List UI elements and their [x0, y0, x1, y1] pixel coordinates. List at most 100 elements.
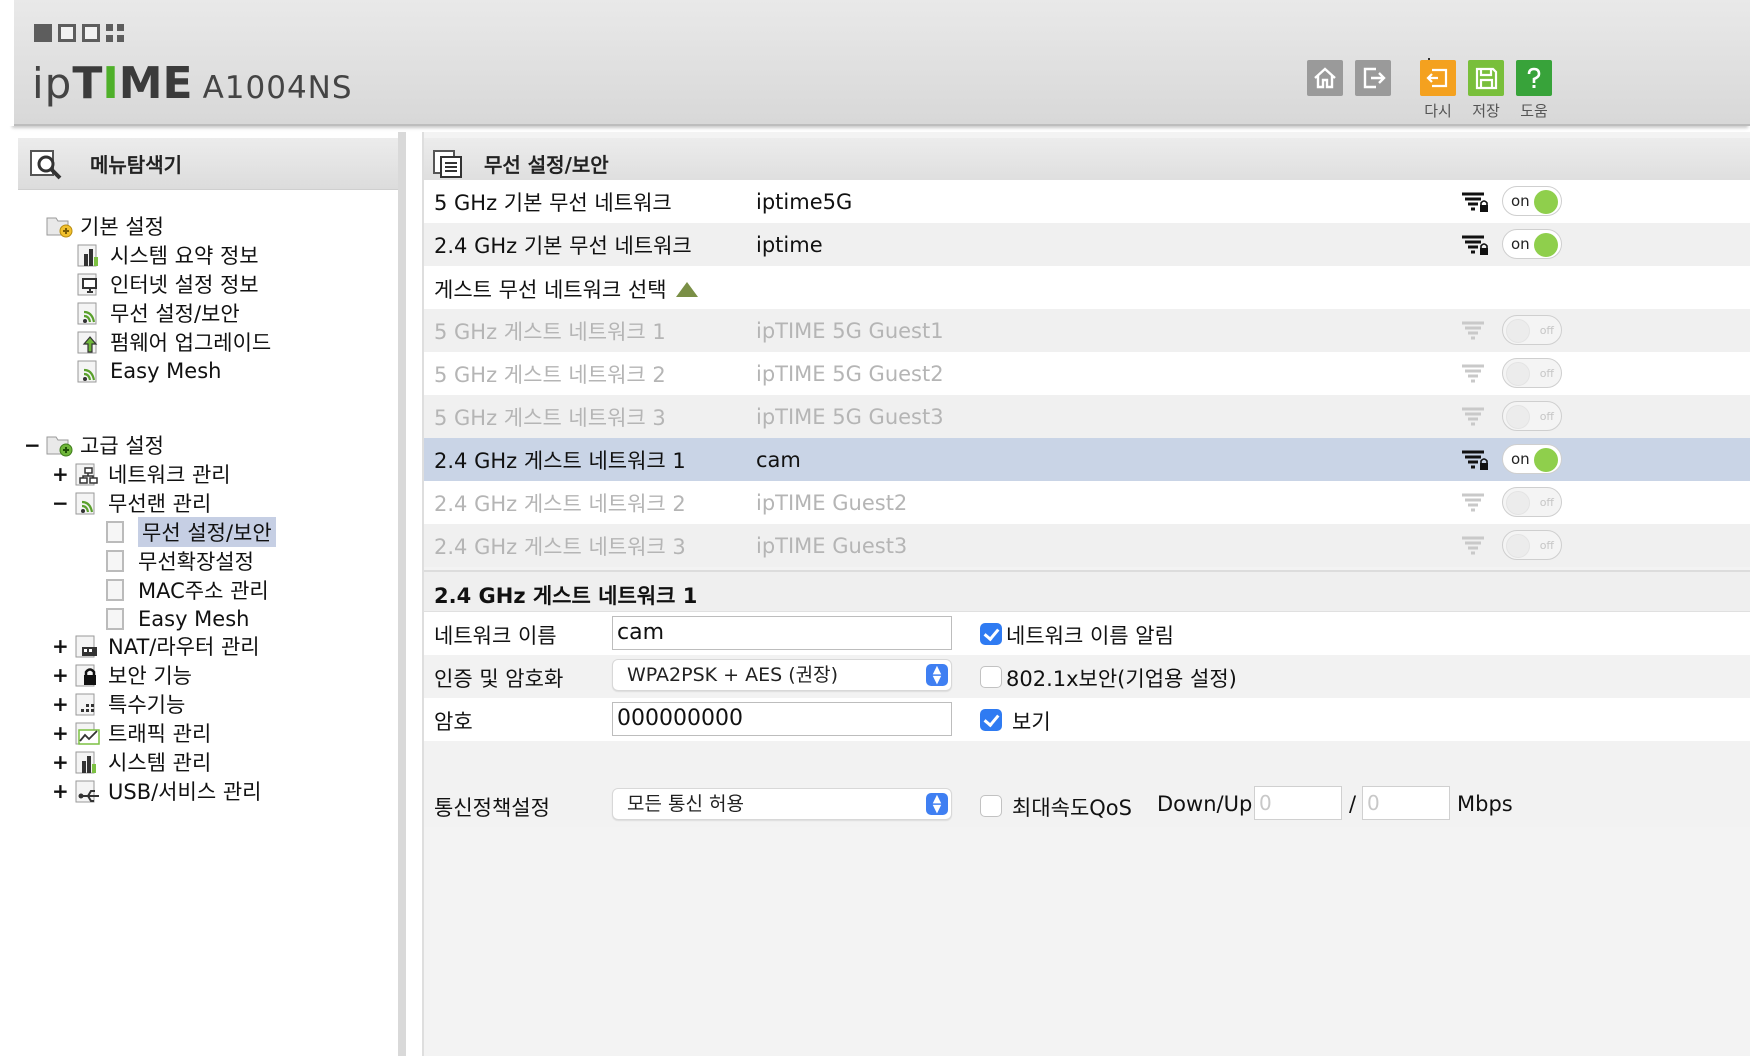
form-row-password: 암호 000000000 보기: [424, 698, 1750, 741]
reset-label: 다시: [1424, 102, 1452, 120]
network-toggle[interactable]: off: [1502, 530, 1562, 560]
qos-label: 최대속도QoS: [1012, 796, 1132, 820]
tree-item-network-management[interactable]: + 네트워크 관리: [52, 460, 231, 488]
guest-row-24g-2[interactable]: 2.4 GHz 게스트 네트워크 2 ipTIME Guest2 off: [424, 481, 1750, 524]
settings-panel: 무선 설정/보안 5 GHz 기본 무선 네트워크 iptime5G on 2.…: [422, 132, 1750, 1056]
policy-label: 통신정책설정: [434, 796, 550, 820]
qos-down-input[interactable]: 0: [1254, 786, 1342, 820]
tree-item-wireless-security-sub[interactable]: 무선 설정/보안: [106, 517, 276, 547]
wifi-lock-icon[interactable]: [1460, 448, 1490, 472]
help-button[interactable]: [1516, 60, 1552, 96]
expand-toggle[interactable]: +: [52, 750, 69, 774]
qos-up-input[interactable]: 0: [1362, 786, 1450, 820]
tree-group-advanced[interactable]: − 고급 설정: [24, 431, 164, 459]
tree-item-system-summary[interactable]: 시스템 요약 정보: [76, 241, 259, 269]
network-toggle[interactable]: off: [1502, 487, 1562, 517]
wifi-icon[interactable]: [1460, 491, 1490, 515]
upgrade-arrow-icon: [77, 331, 98, 354]
guest-row-5g-2[interactable]: 5 GHz 게스트 네트워크 2 ipTIME 5G Guest2 off: [424, 352, 1750, 395]
page-icon: [106, 608, 124, 630]
tree-item-traffic[interactable]: + 트래픽 관리: [52, 719, 211, 747]
model-name: A1004NS: [202, 70, 353, 106]
tree-item-easy-mesh[interactable]: Easy Mesh: [76, 357, 221, 385]
guest-row-24g-1[interactable]: 2.4 GHz 게스트 네트워크 1 cam on: [424, 438, 1750, 481]
auth-select[interactable]: WPA2PSK + AES (권장) ▲ ▼: [612, 659, 952, 691]
tree-item-special[interactable]: + 특수기능: [52, 690, 185, 718]
tree-item-internet-info[interactable]: 인터넷 설정 정보: [76, 270, 259, 298]
chart-icon: [75, 751, 96, 774]
network-toggle[interactable]: on: [1502, 229, 1562, 259]
app-header: ip TIME A1004NS 다시 저장 도움: [0, 0, 1750, 126]
folder-settings-icon: [46, 436, 73, 457]
expand-toggle[interactable]: +: [52, 634, 69, 658]
page-icon: [106, 550, 124, 572]
monitor-icon: [77, 273, 97, 296]
tree-item-wireless-security[interactable]: 무선 설정/보안: [76, 299, 240, 327]
home-button[interactable]: [1307, 60, 1343, 96]
tree-item-system-management[interactable]: + 시스템 관리: [52, 748, 211, 776]
guest-row-5g-1[interactable]: 5 GHz 게스트 네트워크 1 ipTIME 5G Guest1 off: [424, 309, 1750, 352]
enterprise-checkbox[interactable]: [980, 666, 1002, 688]
show-password-checkbox[interactable]: [980, 709, 1002, 731]
save-button[interactable]: [1468, 60, 1504, 96]
expand-toggle[interactable]: +: [52, 692, 69, 716]
detail-section-title: 2.4 GHz 게스트 네트워크 1: [424, 570, 1750, 612]
usb-icon: [75, 780, 99, 803]
grid-dots-icon: [75, 693, 95, 716]
password-input[interactable]: 000000000: [612, 702, 952, 736]
guest-network-selector[interactable]: 게스트 무선 네트워크 선택: [424, 266, 1750, 309]
guest-row-5g-3[interactable]: 5 GHz 게스트 네트워크 3 ipTIME 5G Guest3 off: [424, 395, 1750, 438]
network-icon: [75, 463, 98, 486]
tree-group-basic[interactable]: 기본 설정: [46, 212, 164, 240]
reset-button[interactable]: [1420, 60, 1456, 96]
network-toggle[interactable]: off: [1502, 358, 1562, 388]
broadcast-checkbox[interactable]: [980, 623, 1002, 645]
folder-settings-icon: [46, 217, 73, 238]
network-toggle[interactable]: off: [1502, 315, 1562, 345]
tree-item-nat-router[interactable]: + NAT/라우터 관리: [52, 632, 260, 660]
page-icon: [106, 579, 124, 601]
network-name-input[interactable]: cam: [612, 616, 952, 650]
collapse-triangle-icon[interactable]: [676, 282, 698, 297]
collapse-toggle[interactable]: −: [52, 491, 69, 515]
network-name-label: 네트워크 이름: [434, 624, 557, 648]
logout-button[interactable]: [1355, 60, 1391, 96]
wifi-icon[interactable]: [1460, 319, 1490, 343]
tree-item-mac-management[interactable]: MAC주소 관리: [106, 576, 269, 604]
qos-unit: Mbps: [1457, 792, 1513, 816]
mesh-wireless-icon: [77, 360, 97, 383]
password-label: 암호: [434, 710, 473, 734]
tree-item-easy-mesh-sub[interactable]: Easy Mesh: [106, 605, 249, 633]
home-icon: [1314, 67, 1336, 89]
logo-squares: [34, 24, 124, 42]
chart-icon: [77, 244, 98, 267]
form-row-policy: 통신정책설정 모든 통신 허용 ▲ ▼ 최대속도QoS Down/Up 0 / 0…: [424, 784, 1750, 827]
broadcast-label: 네트워크 이름 알림: [1006, 624, 1174, 648]
wifi-lock-icon[interactable]: [1460, 233, 1490, 257]
help-label: 도움: [1520, 102, 1548, 120]
collapse-toggle[interactable]: −: [24, 433, 41, 457]
expand-toggle[interactable]: +: [52, 462, 69, 486]
network-toggle[interactable]: on: [1502, 444, 1562, 474]
wifi-lock-icon[interactable]: [1460, 190, 1490, 214]
tree-item-security[interactable]: + 보안 기능: [52, 661, 192, 689]
wifi-icon[interactable]: [1460, 362, 1490, 386]
network-row-24g-main[interactable]: 2.4 GHz 기본 무선 네트워크 iptime on: [424, 223, 1750, 266]
qos-checkbox[interactable]: [980, 795, 1002, 817]
network-row-5g-main[interactable]: 5 GHz 기본 무선 네트워크 iptime5G on: [424, 180, 1750, 223]
tree-item-firmware-upgrade[interactable]: 펌웨어 업그레이드: [76, 328, 271, 356]
guest-row-24g-3[interactable]: 2.4 GHz 게스트 네트워크 3 ipTIME Guest3 off: [424, 524, 1750, 567]
expand-toggle[interactable]: +: [52, 663, 69, 687]
wifi-icon[interactable]: [1460, 534, 1490, 558]
tree-item-wireless-extension[interactable]: 무선확장설정: [106, 547, 254, 575]
expand-toggle[interactable]: +: [52, 779, 69, 803]
expand-toggle[interactable]: +: [52, 721, 69, 745]
wifi-icon[interactable]: [1460, 405, 1490, 429]
policy-select[interactable]: 모든 통신 허용 ▲ ▼: [612, 788, 952, 820]
tree-item-usb-service[interactable]: + USB/서비스 관리: [52, 777, 261, 805]
logout-icon: [1363, 67, 1386, 89]
network-toggle[interactable]: on: [1502, 186, 1562, 216]
network-toggle[interactable]: off: [1502, 401, 1562, 431]
tree-item-wlan-management[interactable]: − 무선랜 관리: [52, 489, 211, 517]
select-chevron-icon: ▲ ▼: [926, 793, 948, 815]
